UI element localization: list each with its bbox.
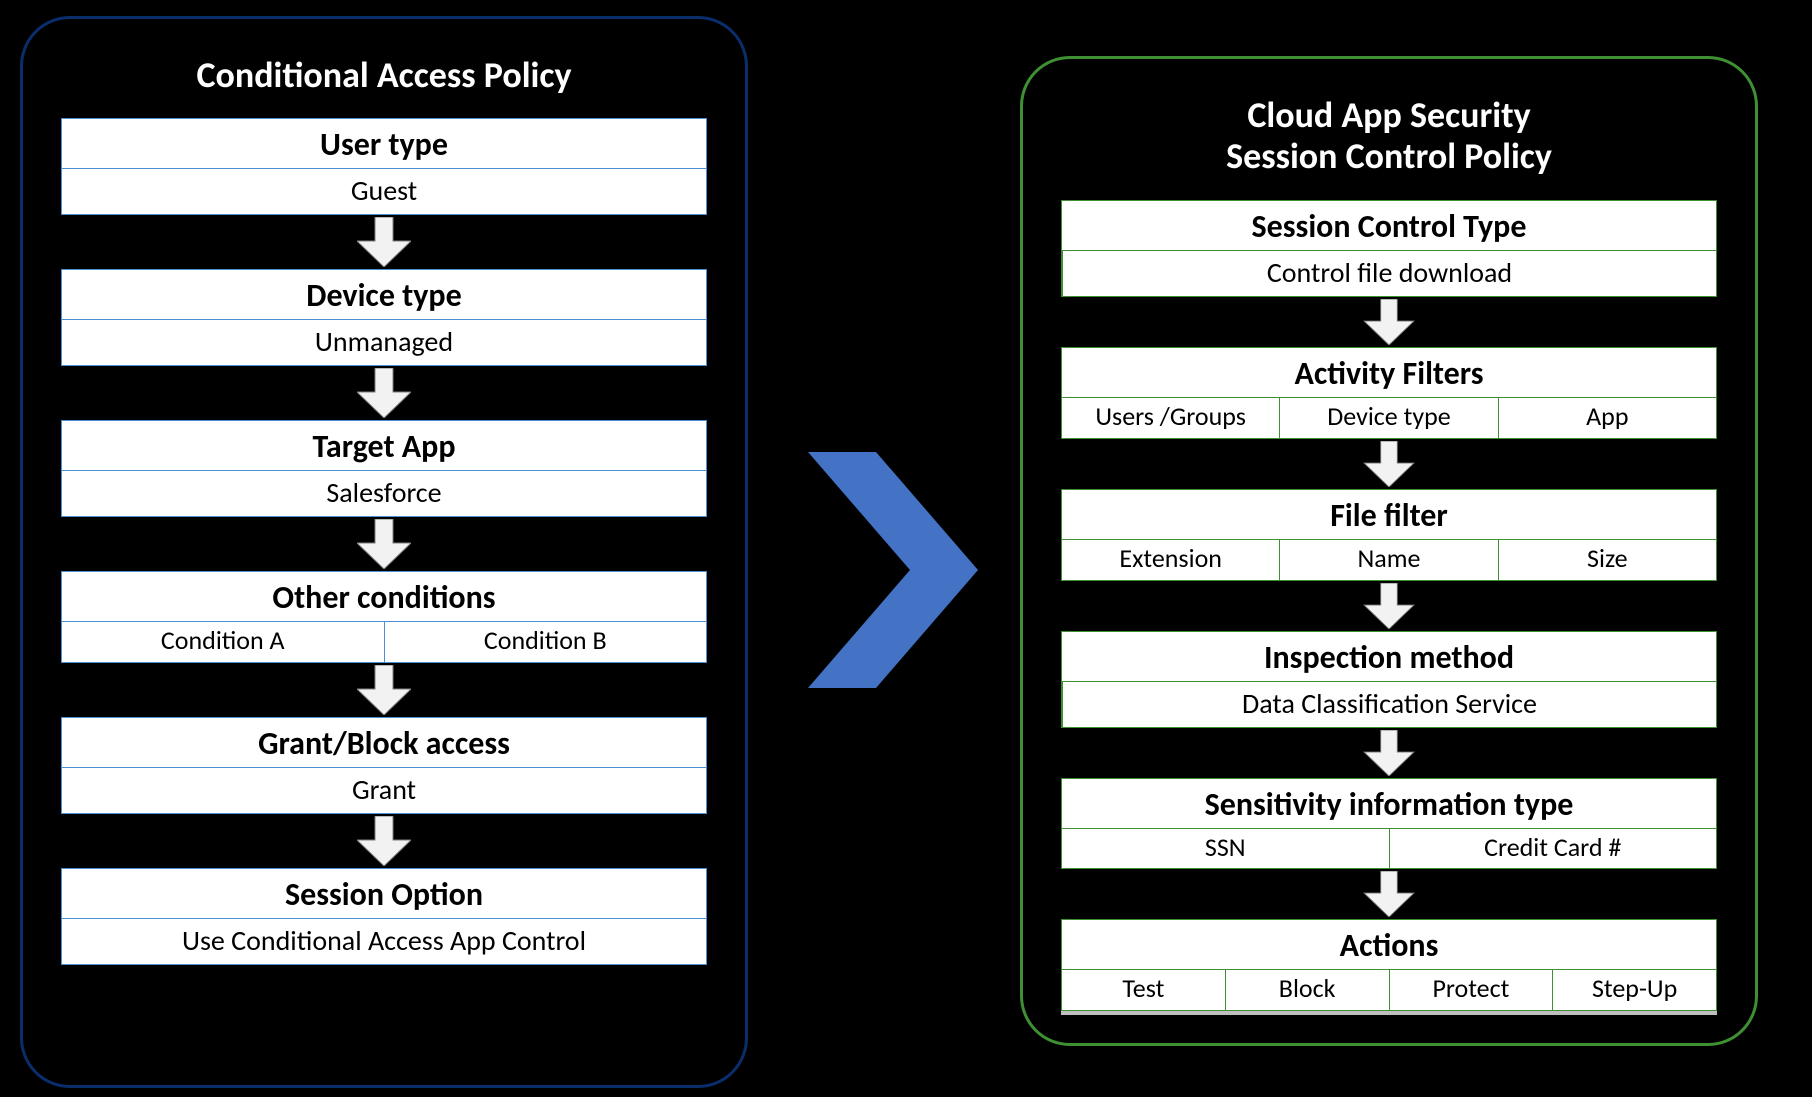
step-title: Activity Filters [1062, 348, 1716, 397]
down-arrow-icon [1061, 297, 1717, 347]
down-arrow-icon [1061, 728, 1717, 778]
step-cell: Condition A [62, 622, 384, 662]
step-cell: Condition B [384, 622, 707, 662]
step-cell: Users /Groups [1062, 398, 1279, 438]
conditional-access-panel: Conditional Access Policy User type Gues… [20, 16, 748, 1088]
panel-title-left: Conditional Access Policy [61, 55, 707, 96]
step-title: Inspection method [1062, 632, 1716, 681]
step-cell: Grant [62, 767, 706, 813]
step-cell: Size [1498, 540, 1716, 580]
step-session-option: Session Option Use Conditional Access Ap… [61, 868, 707, 965]
step-cell: Extension [1062, 540, 1279, 580]
down-arrow-icon [1061, 869, 1717, 919]
step-title: File filter [1062, 490, 1716, 539]
step-other-conditions: Other conditions Condition A Condition B [61, 571, 707, 663]
cloud-app-security-panel: Cloud App Security Session Control Polic… [1020, 56, 1758, 1046]
down-arrow-icon [61, 517, 707, 571]
step-title: User type [62, 119, 706, 168]
step-cell: Step-Up [1552, 970, 1716, 1010]
step-device-type: Device type Unmanaged [61, 269, 707, 366]
step-cell: SSN [1062, 829, 1389, 869]
down-arrow-icon [61, 366, 707, 420]
step-cell: App [1498, 398, 1716, 438]
step-cell: Device type [1279, 398, 1497, 438]
step-cell: Unmanaged [62, 319, 706, 365]
step-cell: Salesforce [62, 470, 706, 516]
step-cell: Control file download [1062, 250, 1716, 296]
step-title: Device type [62, 270, 706, 319]
step-cell: Name [1279, 540, 1497, 580]
down-arrow-icon [61, 215, 707, 269]
step-title: Target App [62, 421, 706, 470]
step-title: Session Control Type [1062, 201, 1716, 250]
step-file-filter: File filter Extension Name Size [1061, 489, 1717, 581]
step-title: Grant/Block access [62, 718, 706, 767]
bottom-shim [1061, 1011, 1717, 1015]
step-cell: Protect [1389, 970, 1553, 1010]
step-cell: Test [1062, 970, 1225, 1010]
panel-title-right: Cloud App Security Session Control Polic… [1061, 95, 1717, 178]
step-activity-filters: Activity Filters Users /Groups Device ty… [1061, 347, 1717, 439]
step-cell: Data Classification Service [1062, 681, 1716, 727]
step-title: Actions [1062, 920, 1716, 969]
step-cell: Block [1225, 970, 1389, 1010]
step-grant-block: Grant/Block access Grant [61, 717, 707, 814]
down-arrow-icon [61, 663, 707, 717]
down-arrow-icon [1061, 439, 1717, 489]
step-sensitivity-type: Sensitivity information type SSN Credit … [1061, 778, 1717, 870]
step-cell: Guest [62, 168, 706, 214]
step-user-type: User type Guest [61, 118, 707, 215]
step-actions: Actions Test Block Protect Step-Up [1061, 919, 1717, 1011]
step-inspection-method: Inspection method Data Classification Se… [1061, 631, 1717, 728]
step-session-control-type: Session Control Type Control file downlo… [1061, 200, 1717, 297]
down-arrow-icon [1061, 581, 1717, 631]
step-title: Session Option [62, 869, 706, 918]
step-title: Sensitivity information type [1062, 779, 1716, 828]
step-target-app: Target App Salesforce [61, 420, 707, 517]
down-arrow-icon [61, 814, 707, 868]
chevron-right-icon [808, 452, 978, 693]
step-title: Other conditions [62, 572, 706, 621]
step-cell: Credit Card # [1389, 829, 1717, 869]
step-cell: Use Conditional Access App Control [62, 918, 706, 964]
